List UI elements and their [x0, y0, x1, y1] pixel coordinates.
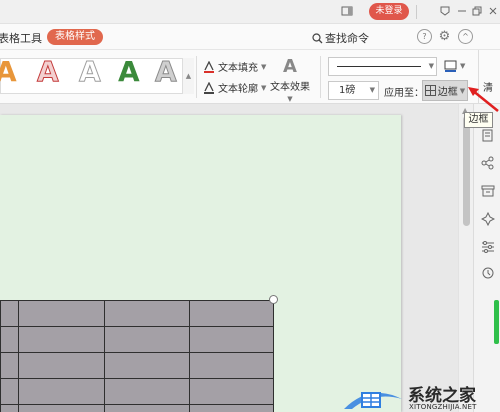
- line-weight-value: 1磅: [339, 85, 356, 96]
- task-pane-bar: [473, 104, 500, 412]
- border-grid-icon: [424, 85, 436, 96]
- text-fill-label: 文本填充: [218, 63, 258, 74]
- table-cell[interactable]: [17, 378, 105, 405]
- chevron-down-icon: ▼: [287, 95, 293, 103]
- collapse-ribbon-icon[interactable]: ^: [458, 29, 473, 44]
- border-button[interactable]: 边框 ▼: [422, 80, 468, 101]
- chevron-down-icon: ▼: [428, 62, 434, 70]
- text-outline-label: 文本轮廓: [218, 84, 258, 95]
- table-row: [0, 326, 274, 353]
- art-style-green[interactable]: A: [118, 55, 140, 88]
- pointer-arrow: [468, 87, 499, 112]
- text-effect-label: 文本效果: [270, 82, 310, 93]
- text-style-gallery: A A A A A ▲: [0, 55, 194, 94]
- table-cell[interactable]: [189, 300, 274, 327]
- apply-to-label: 应用至：: [384, 88, 424, 99]
- tab-table-style[interactable]: 表格样式: [47, 29, 103, 45]
- document-icon[interactable]: [479, 128, 496, 145]
- table-cell[interactable]: [103, 300, 191, 327]
- skin-icon[interactable]: [438, 5, 452, 19]
- table-cell[interactable]: [17, 300, 105, 327]
- table-cell[interactable]: [189, 352, 274, 379]
- document-table[interactable]: [0, 300, 274, 412]
- document-page: [0, 115, 401, 412]
- chevron-down-icon: ▼: [460, 62, 466, 70]
- text-fill-button[interactable]: 文本填充 ▼: [203, 59, 266, 74]
- minimize-icon[interactable]: [455, 5, 469, 19]
- table-cell[interactable]: [0, 352, 19, 379]
- line-style-select[interactable]: ▼: [328, 57, 437, 76]
- vertical-scrollbar[interactable]: ▲: [458, 104, 473, 412]
- table-cell[interactable]: [0, 300, 19, 327]
- line-color-icon: [444, 60, 457, 72]
- archive-icon[interactable]: [479, 184, 496, 201]
- table-cell[interactable]: [0, 326, 19, 353]
- chevron-down-icon: ▼: [369, 86, 375, 94]
- text-outline-icon: [204, 81, 214, 94]
- table-cell[interactable]: [189, 404, 274, 412]
- border-button-label: 边框: [437, 87, 458, 98]
- share-icon[interactable]: [479, 156, 496, 173]
- settings-icon[interactable]: ⚙: [437, 29, 452, 44]
- text-fill-icon: [204, 60, 214, 73]
- close-icon[interactable]: [486, 5, 500, 19]
- table-row: [0, 352, 274, 379]
- title-bar: 未登录: [0, 0, 500, 24]
- border-tooltip: 边框: [464, 112, 493, 128]
- text-effect-button[interactable]: A 文本效果 ▼: [268, 56, 312, 104]
- table-cell[interactable]: [0, 404, 19, 412]
- table-cell[interactable]: [103, 352, 191, 379]
- restore-icon[interactable]: [470, 5, 484, 19]
- art-style-red-outline[interactable]: A: [37, 55, 60, 89]
- table-cell[interactable]: [189, 378, 274, 405]
- table-cell[interactable]: [103, 326, 191, 353]
- table-cell[interactable]: [17, 404, 105, 412]
- table-cell[interactable]: [17, 326, 105, 353]
- login-button[interactable]: 未登录: [369, 3, 409, 20]
- table-cell[interactable]: [0, 378, 19, 405]
- window-icon[interactable]: [340, 5, 354, 19]
- line-weight-select[interactable]: 1磅 ▼: [328, 81, 379, 100]
- text-effect-icon: A: [283, 56, 297, 77]
- gallery-scroll-button[interactable]: ▲: [182, 58, 194, 94]
- watermark-url: XITONGZHIJIA.NET: [409, 403, 477, 411]
- chevron-down-icon: ▼: [261, 62, 267, 71]
- table-row: [0, 404, 274, 412]
- ribbon-divider: [196, 56, 197, 98]
- line-style-preview: [337, 66, 421, 67]
- table-row: [0, 300, 274, 327]
- shape-icon[interactable]: [479, 211, 496, 229]
- command-search[interactable]: 查找命令: [312, 30, 369, 46]
- document-area: [0, 104, 458, 412]
- chevron-down-icon: ▼: [459, 86, 466, 95]
- table-cell[interactable]: [103, 404, 191, 412]
- adjust-icon[interactable]: [479, 240, 496, 257]
- chevron-down-icon: ▼: [261, 83, 267, 92]
- watermark-logo: [344, 392, 402, 409]
- art-style-orange[interactable]: A: [0, 55, 17, 88]
- art-style-gray-outline[interactable]: A: [79, 55, 102, 89]
- ribbon-divider: [320, 56, 321, 98]
- scroll-thumb[interactable]: [463, 116, 470, 226]
- table-resize-handle[interactable]: [269, 295, 278, 304]
- ribbon-panel: A A A A A ▲ 文本填充 ▼ 文本轮廓 ▼ A 文本效果▼ ▼ ▼ 1磅…: [0, 50, 500, 104]
- progress-indicator: [494, 300, 499, 344]
- table-row: [0, 378, 274, 405]
- text-outline-button[interactable]: 文本轮廓 ▼: [203, 80, 266, 95]
- ribbon-tabs: 表格工具 表格样式 查找命令 ? ⚙ ^: [0, 24, 500, 50]
- history-icon[interactable]: [479, 266, 496, 283]
- titlebar-divider: [416, 5, 417, 19]
- help-icon[interactable]: ?: [417, 29, 432, 44]
- search-label: 查找命令: [325, 32, 369, 45]
- table-cell[interactable]: [17, 352, 105, 379]
- line-color-button[interactable]: ▼: [444, 60, 465, 72]
- watermark: 系统之家 XITONGZHIJIA.NET: [340, 379, 500, 412]
- tab-table-tools[interactable]: 表格工具: [0, 30, 42, 46]
- art-style-silver[interactable]: A: [155, 55, 178, 89]
- table-cell[interactable]: [189, 326, 274, 353]
- search-icon: [312, 32, 323, 43]
- table-cell[interactable]: [103, 378, 191, 405]
